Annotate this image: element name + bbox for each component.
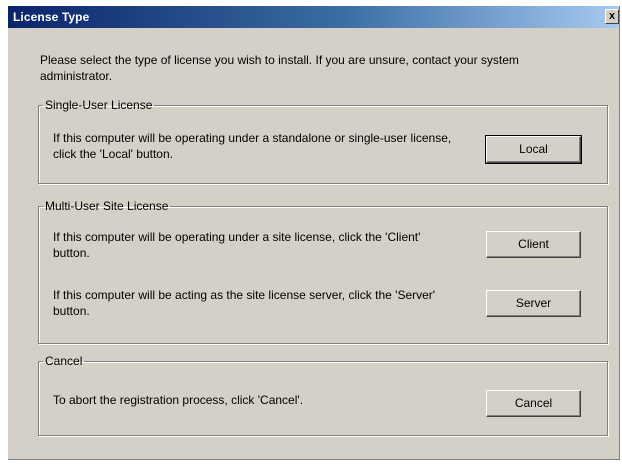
client-button[interactable]: Client xyxy=(486,231,581,258)
multi-user-site-license-group: Multi-User Site License If this computer… xyxy=(38,199,608,344)
server-description: If this computer will be acting as the s… xyxy=(53,288,436,318)
server-button[interactable]: Server xyxy=(486,290,581,317)
cancel-group: Cancel To abort the registration process… xyxy=(38,354,608,436)
single-user-license-group: Single-User License If this computer wil… xyxy=(38,98,608,184)
single-user-license-legend: Single-User License xyxy=(45,98,153,112)
cancel-button[interactable]: Cancel xyxy=(486,390,581,417)
intro-text: Please select the type of license you wi… xyxy=(40,53,519,83)
local-button[interactable]: Local xyxy=(485,135,582,164)
cancel-description: To abort the registration process, click… xyxy=(53,393,304,407)
close-button[interactable]: x xyxy=(605,9,619,24)
local-description: If this computer will be operating under… xyxy=(53,131,452,161)
cancel-legend: Cancel xyxy=(45,354,83,368)
multi-user-site-license-legend: Multi-User Site License xyxy=(45,199,169,213)
dialog-title: License Type xyxy=(13,10,90,24)
title-bar[interactable]: License Type x xyxy=(8,6,619,28)
license-type-dialog: License Type x Please select the type of… xyxy=(8,6,620,460)
client-description: If this computer will be operating under… xyxy=(53,230,421,260)
